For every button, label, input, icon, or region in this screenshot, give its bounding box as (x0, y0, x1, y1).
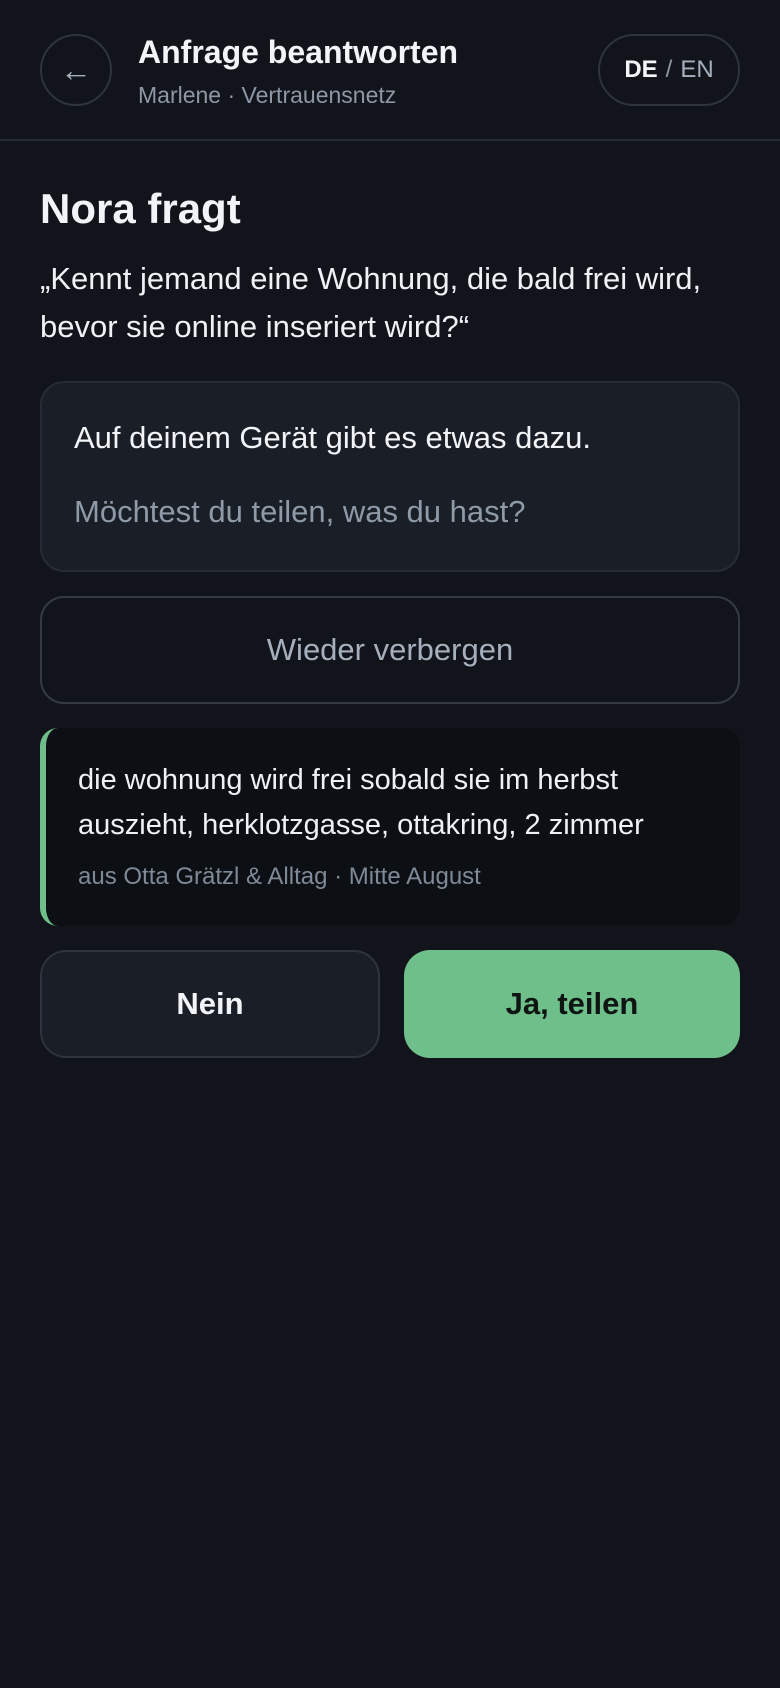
snippet-meta: aus Otta Grätzl & Alltag · Mitte August (78, 863, 481, 890)
snippet-text: die wohnung wird frei sobald sie im herb… (78, 764, 644, 841)
arrow-left-icon: ← (60, 51, 92, 88)
info-statement: Auf deinem Gerät gibt es etwas dazu. (74, 420, 591, 455)
language-toggle[interactable]: DE / EN (598, 34, 740, 106)
header: ← Anfrage beantworten Marlene · Vertraue… (0, 0, 780, 141)
shared-snippet-card: die wohnung wird frei sobald sie im herb… (40, 728, 740, 926)
lang-de[interactable]: DE (624, 56, 657, 84)
page-subtitle: Marlene · Vertrauensnetz (138, 82, 397, 108)
main-content: Nora fragt „Kennt jemand eine Wohnung, d… (0, 141, 780, 1058)
header-text: Anfrage beantworten Marlene · Vertrauens… (138, 32, 458, 110)
page-title: Anfrage beantworten (138, 34, 459, 70)
asker-heading: Nora fragt (40, 185, 241, 232)
hide-again-button[interactable]: Wieder verbergen (40, 596, 740, 704)
device-info-card: Auf deinem Gerät gibt es etwas dazu. Möc… (40, 381, 740, 572)
lang-separator: / (665, 56, 673, 83)
info-prompt: Möchtest du teilen, was du hast? (74, 494, 526, 529)
request-question: „Kennt jemand eine Wohnung, die bald fre… (40, 261, 702, 344)
share-button[interactable]: Ja, teilen (404, 950, 740, 1058)
lang-en[interactable]: EN (680, 56, 713, 84)
app-root: ← Anfrage beantworten Marlene · Vertraue… (0, 0, 780, 1688)
decline-button[interactable]: Nein (40, 950, 380, 1058)
action-buttons: Nein Ja, teilen (40, 950, 740, 1058)
back-button[interactable]: ← (40, 34, 112, 106)
